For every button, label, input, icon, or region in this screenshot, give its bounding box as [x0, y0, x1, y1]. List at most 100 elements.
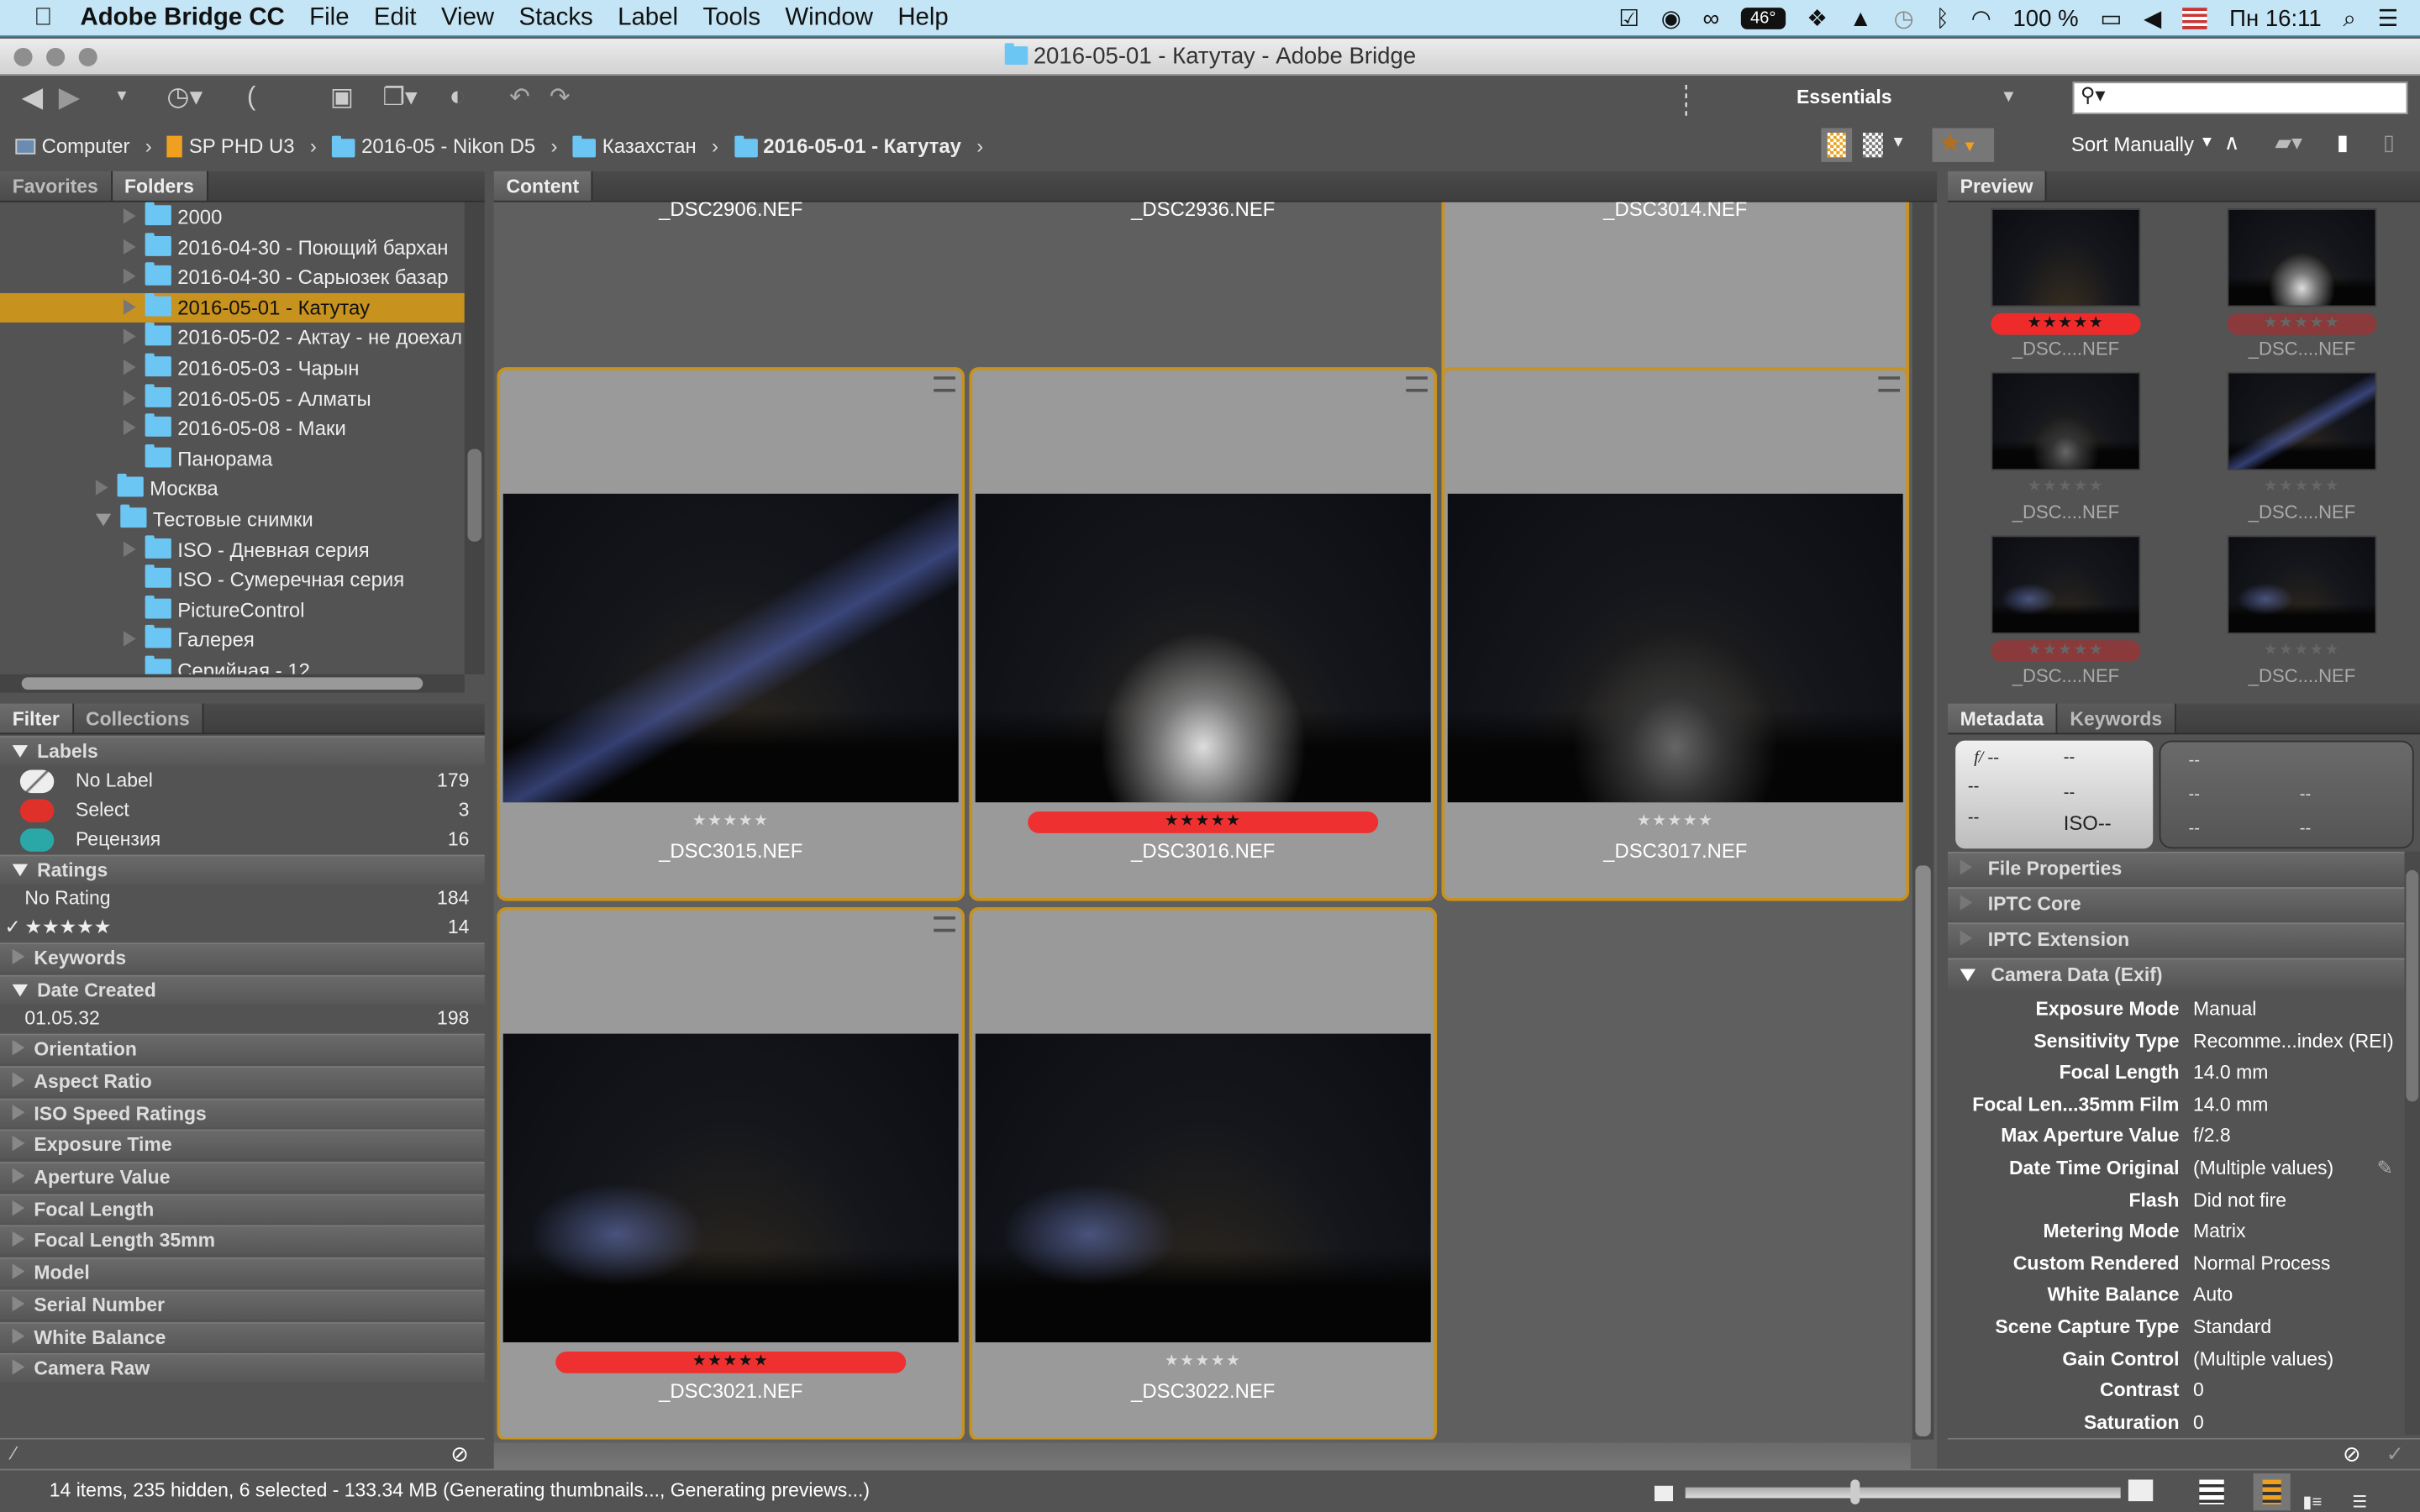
folder-tree-vscrollbar[interactable] — [464, 202, 485, 675]
breadcrumb-current[interactable]: 2016-05-01 - Катутау › — [734, 134, 983, 157]
metadata-value[interactable]: 14.0 mm — [2193, 1058, 2268, 1089]
folder-tree-item[interactable]: Серийная - 12 — [0, 655, 465, 675]
edit-pencil-icon[interactable]: ✎ — [2377, 1152, 2393, 1184]
thumbnail-cell[interactable]: ★★★★★ _DSC3021.NEF — [497, 907, 965, 1440]
apple-icon[interactable]:  — [34, 4, 52, 32]
metadata-section[interactable]: IPTC Extension — [1947, 922, 2405, 955]
recent-dropdown-icon[interactable]: ▼ — [114, 88, 129, 105]
cancel-edit-icon[interactable]: ⊘ — [2343, 1441, 2361, 1467]
menu-view[interactable]: View — [441, 4, 494, 32]
sort-dropdown[interactable]: Sort Manually — [2071, 133, 2194, 156]
wifi-icon[interactable]: ◠ — [1971, 5, 1991, 33]
menu-window[interactable]: Window — [785, 4, 873, 32]
preview-item[interactable]: ★★★★★ _DSC....NEF — [1991, 535, 2141, 686]
filter-item[interactable]: Select 3 — [0, 795, 485, 825]
new-folder-icon[interactable]: ▮ — [2337, 129, 2349, 155]
disclosure-icon[interactable] — [12, 948, 25, 964]
clock[interactable]: Пн 16:11 — [2229, 5, 2322, 31]
zoom-window-button[interactable] — [78, 47, 97, 66]
metadata-value[interactable]: Auto — [2193, 1279, 2233, 1310]
filter-section-date-created[interactable]: Date Created — [0, 974, 485, 1005]
folder-tree-item[interactable]: ISO - Сумеречная серия — [0, 564, 465, 595]
filter-section-keywords[interactable]: Keywords — [0, 942, 485, 973]
thumbnail-image[interactable] — [502, 493, 959, 803]
view-thumbnails-button[interactable] — [2253, 1473, 2291, 1511]
folder-tree-item[interactable]: 2016-05-05 - Алматы — [0, 383, 465, 413]
metadata-value[interactable]: Did not fire — [2193, 1184, 2286, 1215]
battery-icon[interactable]: ▭ — [2100, 5, 2122, 33]
minimize-window-button[interactable] — [46, 47, 66, 66]
preview-image[interactable] — [1991, 207, 2141, 307]
thumbnail-cell[interactable]: ★★★★★ _DSC3022.NEF — [969, 907, 1438, 1440]
expand-arrow-icon[interactable] — [123, 207, 136, 224]
rotate-right-icon[interactable]: ↷ — [550, 81, 571, 113]
expand-arrow-icon[interactable] — [123, 268, 136, 285]
tab-preview[interactable]: Preview — [1947, 171, 2048, 201]
scroll-thumb[interactable] — [467, 449, 482, 542]
stack-icon[interactable] — [1878, 376, 1901, 392]
preview-item[interactable]: ★★★★★ _DSC....NEF — [1991, 371, 2141, 523]
expand-arrow-icon[interactable] — [123, 298, 136, 315]
rotate-left-icon[interactable]: ↶ — [509, 81, 530, 113]
temperature-badge[interactable]: 46° — [1740, 8, 1786, 29]
folder-tree-item[interactable]: 2016-05-02 - Актау - не доехал — [0, 323, 465, 353]
metadata-value[interactable]: (Multiple values) — [2193, 1343, 2333, 1374]
disclosure-icon[interactable] — [12, 984, 29, 996]
thumbnail-cell[interactable]: ★★★★★ _DSC3015.NEF — [497, 367, 965, 901]
disclosure-icon[interactable] — [12, 1072, 25, 1088]
filter-section-exposure-time[interactable]: Exposure Time — [0, 1130, 485, 1159]
quality-toggle[interactable] — [1821, 128, 1853, 162]
disclosure-icon[interactable] — [12, 863, 29, 876]
expand-arrow-icon[interactable] — [95, 480, 108, 496]
search-input[interactable]: ⚲▾ — [2072, 81, 2408, 114]
view-grid-icon[interactable] — [2199, 1479, 2224, 1504]
filter-rating-button[interactable]: ★▼ — [1932, 128, 1995, 162]
metadata-value[interactable]: 14.0 mm — [2193, 1089, 2268, 1120]
tab-filter[interactable]: Filter — [0, 703, 74, 733]
large-thumb-icon[interactable] — [2128, 1479, 2154, 1502]
thumbnail-size-slider[interactable] — [1685, 1479, 2121, 1504]
chevron-right-icon[interactable]: › — [551, 134, 558, 158]
breadcrumb-drive[interactable]: SP PHD U3 › — [167, 134, 317, 157]
breadcrumb-computer[interactable]: Computer › — [15, 134, 152, 157]
metadata-section[interactable]: Camera Data (Exif) — [1947, 958, 2405, 991]
stack-icon[interactable] — [934, 376, 955, 392]
workspace-divider[interactable] — [1685, 85, 1687, 116]
todo-icon[interactable]: ☑ — [1618, 5, 1639, 33]
menu-app[interactable]: Adobe Bridge CC — [81, 4, 285, 32]
clear-filter-icon[interactable]: ⊘ — [450, 1441, 469, 1467]
stack-icon[interactable] — [934, 916, 955, 932]
disclosure-icon[interactable] — [1960, 859, 1973, 875]
folder-tree-item[interactable]: 2016-04-30 - Поющий бархан — [0, 232, 465, 262]
disclosure-icon[interactable] — [12, 1359, 25, 1375]
workspace-dropdown-icon[interactable]: ▼ — [2000, 88, 2017, 107]
tab-collections[interactable]: Collections — [73, 703, 204, 733]
recent-files-icon[interactable]: ◷▾ — [166, 81, 203, 113]
disclosure-icon[interactable] — [12, 1327, 25, 1343]
menu-edit[interactable]: Edit — [374, 4, 417, 32]
rating-label[interactable]: ★★★★★ — [2227, 640, 2376, 662]
apply-edit-icon[interactable]: ✓ — [2386, 1441, 2405, 1467]
disclosure-icon[interactable] — [12, 745, 29, 758]
filter-section-orientation[interactable]: Orientation — [0, 1033, 485, 1063]
metadata-value[interactable]: f/2.8 — [2193, 1121, 2231, 1152]
expand-arrow-icon[interactable] — [123, 419, 136, 436]
thumbnail-image[interactable] — [975, 493, 1431, 803]
rating-label[interactable]: ★★★★★ — [1028, 1352, 1378, 1373]
open-in-camera-raw-icon[interactable]: ◐ — [449, 81, 466, 113]
disclosure-icon[interactable] — [12, 1168, 25, 1184]
tab-metadata[interactable]: Metadata — [1947, 703, 2058, 733]
preview-image[interactable] — [1991, 371, 2141, 471]
thumbnail-image[interactable] — [975, 1033, 1431, 1342]
metadata-section[interactable]: File Properties — [1947, 851, 2405, 885]
drive-icon[interactable]: ▲ — [1849, 5, 1872, 31]
scroll-thumb[interactable] — [1915, 865, 1931, 1437]
rating-label[interactable]: ★★★★★ — [1991, 312, 2141, 335]
pin-icon[interactable]: ⁄ — [13, 1442, 16, 1464]
disclosure-icon[interactable] — [1960, 969, 1976, 982]
boomerang-icon[interactable]: ( — [247, 81, 255, 113]
sort-ascending-icon[interactable]: ∧ — [2224, 129, 2240, 155]
notification-icon[interactable]: ☰ — [2378, 5, 2399, 33]
filter-section-model[interactable]: Model — [0, 1257, 485, 1288]
input-flag-icon[interactable] — [2183, 8, 2208, 29]
